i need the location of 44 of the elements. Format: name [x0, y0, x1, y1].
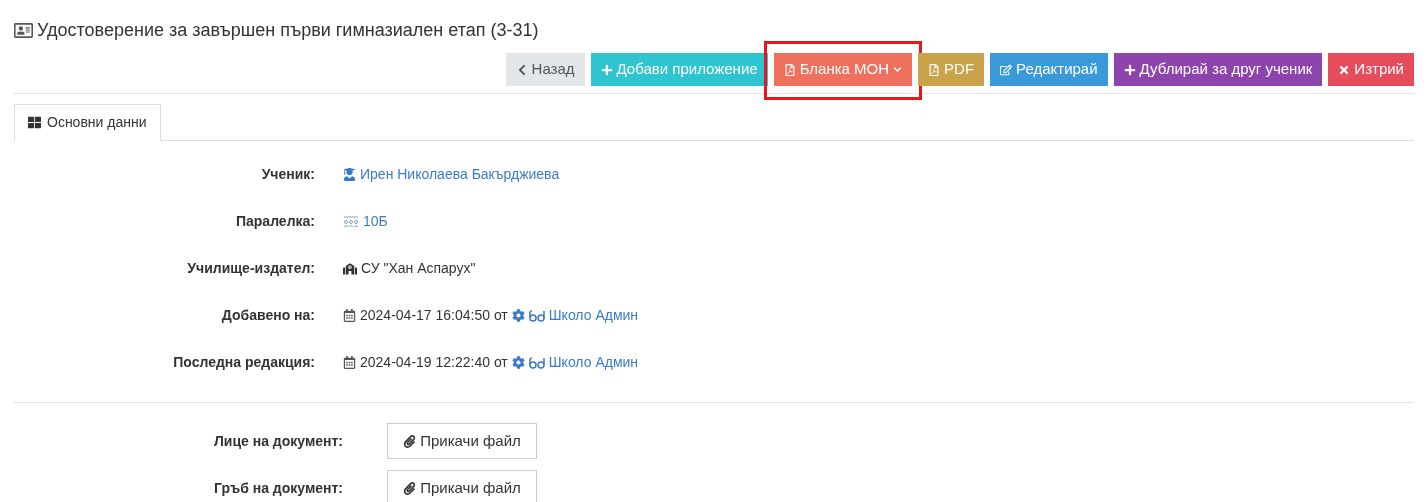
page-title: Удостоверение за завършен първи гимназиален етап (3-31) — [37, 18, 539, 42]
glasses-icon — [528, 356, 545, 369]
field-label: Училище-издател: — [186, 259, 316, 278]
timestamp-text: 2024-04-17 16:04:50 от — [360, 306, 508, 325]
caret-icon — [893, 65, 903, 74]
field-label: Добавено на: — [220, 306, 316, 325]
class-link[interactable]: 10Б — [363, 211, 388, 232]
field-label: Последна редакция: — [172, 353, 316, 372]
delete-button[interactable]: Изтрий — [1328, 53, 1414, 86]
field-label: Лице на документ: — [213, 431, 343, 451]
edit-icon — [1000, 63, 1013, 76]
field-label: Паралелка: — [234, 212, 316, 231]
grid-icon — [28, 116, 41, 129]
blank-button[interactable]: Бланка МОН — [773, 53, 913, 86]
tab[interactable]: Основни данни — [14, 104, 161, 141]
pdf-file-icon — [783, 63, 796, 76]
calendar-icon — [343, 309, 356, 322]
pdf-button[interactable]: PDF — [918, 53, 985, 86]
glasses-icon — [528, 309, 545, 322]
back-button[interactable]: Назад — [505, 53, 585, 86]
field-label: Гръб на документ: — [213, 478, 343, 498]
paperclip-icon — [403, 434, 417, 448]
user-link[interactable]: Школо Админ — [548, 352, 639, 373]
duplicate-button[interactable]: Дублирай за друг ученик — [1113, 53, 1323, 86]
user-link[interactable]: Школо Админ — [548, 305, 639, 326]
id-card-icon — [14, 20, 33, 40]
plus-icon — [1123, 63, 1136, 76]
pdf-file-icon — [928, 63, 941, 76]
settings-icon — [511, 309, 525, 322]
plus-icon — [600, 63, 613, 76]
edit-button[interactable]: Редактирай — [990, 53, 1108, 86]
close-icon — [1338, 63, 1351, 76]
student-icon — [343, 168, 356, 181]
settings-icon — [511, 356, 525, 369]
paperclip-icon — [403, 481, 417, 495]
calendar-icon — [343, 356, 356, 369]
school-icon — [343, 261, 357, 276]
school-name: СУ "Хан Аспарух" — [361, 259, 476, 278]
field-label: Ученик: — [260, 165, 316, 184]
student-link[interactable]: Ирен Николаева Бакърджиева — [360, 164, 560, 185]
timestamp-text: 2024-04-19 12:22:40 от — [360, 353, 508, 372]
attach-file-button[interactable]: Прикачи файл — [387, 423, 537, 459]
attach-file-button[interactable]: Прикачи файл — [387, 470, 537, 502]
class-group-icon — [343, 215, 359, 228]
